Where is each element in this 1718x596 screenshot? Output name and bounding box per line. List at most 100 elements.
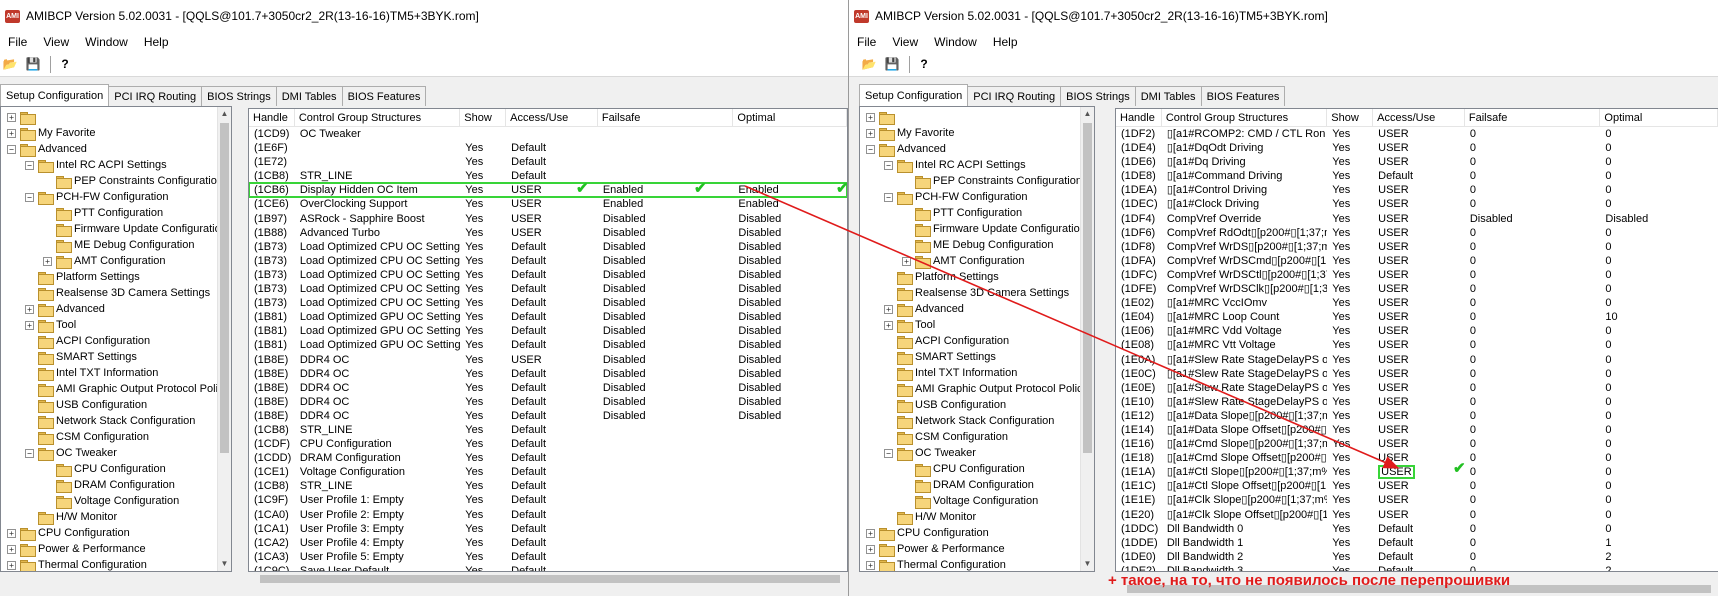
- table-row[interactable]: (1DE6) ▯[a1#Dq Driving Yes USER 0 0: [1116, 155, 1718, 169]
- tree-node[interactable]: SMART Settings: [860, 349, 1080, 365]
- tree-node[interactable]: USB Configuration: [860, 397, 1080, 413]
- expand-icon[interactable]: +: [884, 320, 893, 330]
- tree-node[interactable]: − PCH-FW Configuration: [860, 189, 1080, 205]
- tree-node[interactable]: CSM Configuration: [1, 429, 217, 445]
- tree-node[interactable]: CSM Configuration: [860, 429, 1080, 445]
- column-header[interactable]: Failsafe: [598, 109, 734, 127]
- tree-node[interactable]: Voltage Configuration: [1, 493, 217, 509]
- table-row[interactable]: (1E0C) ▯[a1#Slew Rate StageDelayPS of... Y…: [1116, 367, 1718, 381]
- tree-node[interactable]: PEP Constraints Configuration: [860, 173, 1080, 189]
- table-row[interactable]: (1B73) Load Optimized CPU OC Setting Yes De…: [249, 254, 847, 268]
- table-row[interactable]: (1DFE) CompVref WrDSClk▯[p200#▯[1;37... Ye…: [1116, 282, 1718, 296]
- menu-help[interactable]: Help: [985, 35, 1026, 49]
- tree-node[interactable]: − Intel RC ACPI Settings: [860, 157, 1080, 173]
- tab-bios-features[interactable]: BIOS Features: [341, 86, 427, 106]
- table-row[interactable]: (1B73) Load Optimized CPU OC Setting Yes De…: [249, 240, 847, 254]
- expand-icon[interactable]: +: [866, 112, 875, 122]
- table-row[interactable]: (1DDE) Dll Bandwidth 1 Yes Default 0 1: [1116, 536, 1718, 550]
- highlighted-table-row[interactable]: (1CB6) Display Hidden OC Item Yes USER Enabl…: [249, 182, 847, 199]
- tree-node[interactable]: AMI Graphic Output Protocol Policy: [1, 381, 217, 397]
- table-row[interactable]: (1E1C) ▯[a1#Ctl Slope Offset▯[p200#▯[1;3.…: [1116, 479, 1718, 493]
- expand-icon[interactable]: +: [902, 256, 911, 266]
- tree-node[interactable]: CPU Configuration: [860, 461, 1080, 477]
- table-row[interactable]: (1B8E) DDR4 OC Yes Default Disabled Disabled: [249, 381, 847, 395]
- collapse-icon[interactable]: −: [884, 192, 893, 202]
- tree-node[interactable]: DRAM Configuration: [860, 477, 1080, 493]
- tree-node[interactable]: + CPU Configuration: [1, 525, 217, 541]
- tree-node[interactable]: Intel TXT Information: [1, 365, 217, 381]
- collapse-icon[interactable]: −: [7, 144, 16, 154]
- expand-icon[interactable]: +: [866, 528, 875, 538]
- table-row[interactable]: (1B8E) DDR4 OC Yes USER Disabled Disabled: [249, 353, 847, 367]
- table-row[interactable]: (1DF2) ▯[a1#RCOMP2: CMD / CTL Ron ... Yes U…: [1116, 127, 1718, 141]
- tree-node[interactable]: + Advanced: [1, 301, 217, 317]
- table-row[interactable]: (1CB8) STR_LINE Yes Default: [249, 169, 847, 183]
- column-header[interactable]: Handle: [1116, 109, 1162, 127]
- tree-node[interactable]: H/W Monitor: [1, 509, 217, 525]
- collapse-icon[interactable]: −: [884, 448, 893, 458]
- tree-node[interactable]: Realsense 3D Camera Settings: [1, 285, 217, 301]
- table-row[interactable]: (1DEC) ▯[a1#Clock Driving Yes USER 0 0: [1116, 197, 1718, 211]
- table-row[interactable]: (1E20) ▯[a1#Clk Slope Offset▯[p200#▯[1;..…: [1116, 508, 1718, 522]
- table-row[interactable]: (1B73) Load Optimized CPU OC Setting Yes De…: [249, 268, 847, 282]
- tree-node[interactable]: SMART Settings: [1, 349, 217, 365]
- table-row[interactable]: (1CB8) STR_LINE Yes Default: [249, 423, 847, 437]
- table-row[interactable]: (1E06) ▯[a1#MRC Vdd Voltage Yes USER 0 0: [1116, 324, 1718, 338]
- tree-node[interactable]: ME Debug Configuration: [1, 237, 217, 253]
- left-grid-hscrollbar[interactable]: [248, 572, 848, 586]
- column-header[interactable]: Show: [1327, 109, 1374, 127]
- table-row[interactable]: (1DDC) Dll Bandwidth 0 Yes Default 0 0: [1116, 522, 1718, 536]
- expand-icon[interactable]: +: [866, 128, 875, 138]
- table-row[interactable]: (1E0A) ▯[a1#Slew Rate StageDelayPS of... Y…: [1116, 353, 1718, 367]
- collapse-icon[interactable]: −: [884, 160, 893, 170]
- menu-file[interactable]: File: [849, 35, 884, 49]
- tree-node[interactable]: + Thermal Configuration: [860, 557, 1080, 571]
- tab-bios-strings[interactable]: BIOS Strings: [1060, 86, 1136, 106]
- tree-node[interactable]: − OC Tweaker: [1, 445, 217, 461]
- tree-node[interactable]: + My Favorite: [860, 125, 1080, 141]
- table-row[interactable]: (1DEA) ▯[a1#Control Driving Yes USER 0 0: [1116, 183, 1718, 197]
- table-row[interactable]: (1B81) Load Optimized GPU OC Setting Yes De…: [249, 324, 847, 338]
- expand-icon[interactable]: +: [7, 560, 16, 570]
- tree-node[interactable]: +: [1, 109, 217, 125]
- table-row[interactable]: (1CA1) User Profile 3: Empty Yes Default: [249, 522, 847, 536]
- tree-node[interactable]: + Tool: [860, 317, 1080, 333]
- tree-node[interactable]: ACPI Configuration: [1, 333, 217, 349]
- expand-icon[interactable]: +: [866, 544, 875, 554]
- table-row[interactable]: (1C9F) User Profile 1: Empty Yes Default: [249, 493, 847, 507]
- column-header[interactable]: Control Group Structures: [1162, 109, 1328, 127]
- save-icon[interactable]: 💾: [882, 55, 902, 73]
- table-row[interactable]: (1CA3) User Profile 5: Empty Yes Default: [249, 550, 847, 564]
- tab-pci-irq-routing[interactable]: PCI IRQ Routing: [967, 86, 1062, 106]
- expand-icon[interactable]: +: [7, 544, 16, 554]
- expand-icon[interactable]: +: [866, 560, 875, 570]
- table-row[interactable]: (1DF8) CompVref WrDS▯[p200#▯[1;37;m... Yes…: [1116, 240, 1718, 254]
- tree-node[interactable]: + Thermal Configuration: [1, 557, 217, 571]
- tree-node[interactable]: + AMT Configuration: [1, 253, 217, 269]
- tree-node[interactable]: DRAM Configuration: [1, 477, 217, 493]
- column-header[interactable]: Access/Use: [506, 109, 598, 127]
- expand-icon[interactable]: +: [25, 320, 34, 330]
- help-icon[interactable]: ?: [55, 55, 75, 73]
- tree-node[interactable]: Firmware Update Configuration: [1, 221, 217, 237]
- tree-node[interactable]: AMI Graphic Output Protocol Policy: [860, 381, 1080, 397]
- table-row[interactable]: (1B97) ASRock - Sapphire Boost Yes USER Disa…: [249, 212, 847, 226]
- tab-dmi-tables[interactable]: DMI Tables: [1134, 86, 1202, 106]
- expand-icon[interactable]: +: [25, 304, 34, 314]
- table-row[interactable]: (1CB8) STR_LINE Yes Default: [249, 479, 847, 493]
- tree-node[interactable]: + Advanced: [860, 301, 1080, 317]
- expand-icon[interactable]: +: [7, 112, 16, 122]
- table-row[interactable]: (1B8E) DDR4 OC Yes Default Disabled Disabled: [249, 367, 847, 381]
- table-row[interactable]: (1E12) ▯[a1#Data Slope▯[p200#▯[1;37;m... Y…: [1116, 409, 1718, 423]
- table-row[interactable]: (1CD9) OC Tweaker: [249, 127, 847, 141]
- tree-node[interactable]: ACPI Configuration: [860, 333, 1080, 349]
- tree-node[interactable]: + My Favorite: [1, 125, 217, 141]
- table-row[interactable]: (1B73) Load Optimized CPU OC Setting Yes De…: [249, 296, 847, 310]
- tree-node[interactable]: ME Debug Configuration: [860, 237, 1080, 253]
- table-row[interactable]: (1E1A) ▯[a1#Ctl Slope▯[p200#▯[1;37;m%d...…: [1116, 465, 1718, 480]
- column-header[interactable]: Optimal: [1600, 109, 1718, 127]
- expand-icon[interactable]: +: [43, 256, 52, 266]
- menu-view[interactable]: View: [884, 35, 926, 49]
- tree-node[interactable]: PEP Constraints Configuration: [1, 173, 217, 189]
- right-tree-scrollbar[interactable]: ▲ ▼: [1080, 107, 1094, 571]
